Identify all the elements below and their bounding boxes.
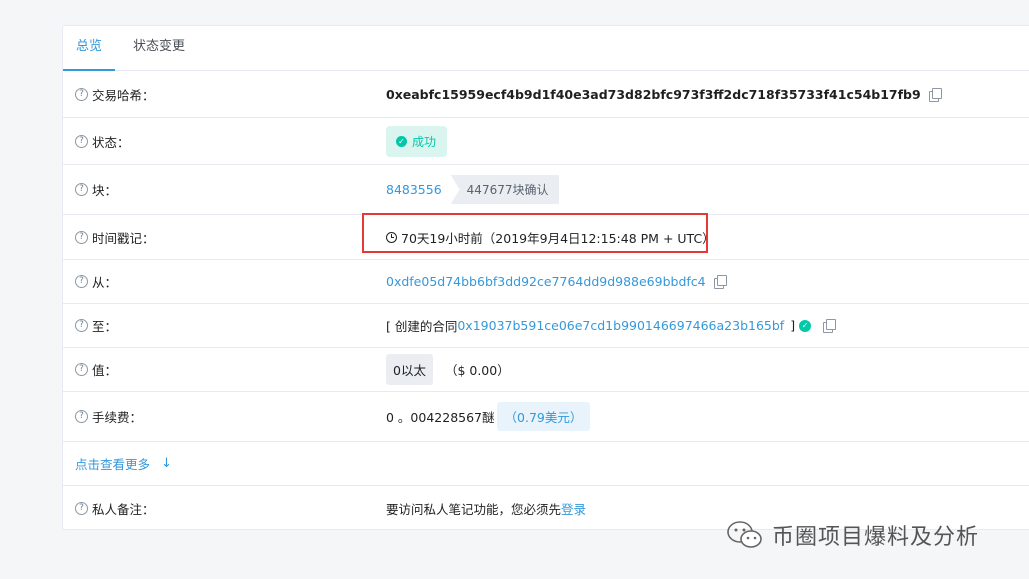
clock-icon: [386, 231, 397, 243]
row-value: ? 值： 0以太 （$ 0.00）: [63, 348, 1029, 392]
copy-icon[interactable]: [928, 87, 942, 102]
question-circle-icon: ?: [75, 134, 88, 148]
from-label: 从：: [92, 275, 118, 290]
contract-created-suffix: ]: [790, 318, 796, 333]
question-circle-icon: ?: [75, 319, 88, 332]
timestamp-value: 70天19小时前（2019年9月4日12:15:48 PM + UTC）: [401, 230, 715, 246]
usd-value: （$ 0.00）: [444, 363, 510, 378]
arrow-down-icon: ↓: [161, 456, 172, 471]
row-more: 点击查看更多 ↓: [63, 442, 1029, 486]
fee-label: 手续费：: [92, 410, 143, 425]
show-more-link[interactable]: 点击查看更多 ↓: [75, 454, 172, 473]
tab-overview[interactable]: 总览: [63, 26, 116, 71]
fee-value: 0 。004228567醚: [386, 410, 495, 425]
row-to: ? 至： [ 创建的合同 0x19037b591ce06e7cd1b990146…: [63, 304, 1029, 348]
private-note-text: 要访问私人笔记功能，您必须先: [386, 501, 562, 517]
question-circle-icon: ?: [75, 410, 88, 423]
private-note-label: 私人备注：: [92, 501, 155, 517]
row-from: ? 从： 0xdfe05d74bb6bf3dd92ce7764dd9d988e6…: [63, 260, 1029, 304]
transaction-card: 总览 状态变更 ? 交易哈希： 0xeabfc15959ecf4b9d1f40e…: [62, 25, 1029, 530]
login-link[interactable]: 登录: [561, 499, 586, 518]
row-timestamp: ? 时间戳记： 70天19小时前（2019年9月4日12:15:48 PM + …: [63, 215, 1029, 260]
status-label: 状态：: [92, 134, 130, 150]
copy-icon[interactable]: [713, 275, 727, 289]
row-status: ? 状态： ✓ 成功: [63, 118, 1029, 165]
tx-hash-label: 交易哈希：: [92, 87, 155, 103]
contract-created-prefix: [ 创建的合同: [386, 319, 458, 334]
from-address-link[interactable]: 0xdfe05d74bb6bf3dd92ce7764dd9d988e69bbdf…: [386, 274, 706, 289]
block-number-link[interactable]: 8483556: [386, 182, 442, 197]
fee-usd-badge: （0.79美元）: [496, 402, 591, 431]
question-circle-icon: ?: [75, 275, 88, 288]
tx-hash-value: 0xeabfc15959ecf4b9d1f40e3ad73d82bfc973f3…: [386, 86, 921, 102]
show-more-label: 点击查看更多: [75, 457, 151, 472]
row-fee: ? 手续费： 0 。004228567醚 （0.79美元）: [63, 392, 1029, 442]
status-value: 成功: [412, 134, 437, 149]
row-block: ? 块： 8483556 447677块确认: [63, 165, 1029, 215]
watermark: 币圈项目爆料及分析: [726, 519, 979, 551]
wechat-icon: [727, 521, 762, 548]
contract-address-link[interactable]: 0x19037b591ce06e7cd1b990146697466a23b165…: [457, 318, 784, 333]
confirmations-badge: 447677块确认: [450, 175, 560, 204]
eth-value-badge: 0以太: [386, 354, 433, 385]
question-circle-icon: ?: [75, 230, 88, 244]
to-label: 至：: [92, 319, 118, 334]
question-circle-icon: ?: [75, 183, 88, 196]
watermark-text: 币圈项目爆料及分析: [772, 525, 980, 550]
row-tx-hash: ? 交易哈希： 0xeabfc15959ecf4b9d1f40e3ad73d82…: [63, 71, 1029, 118]
copy-icon[interactable]: [823, 319, 837, 333]
tab-bar: 总览 状态变更: [63, 26, 1029, 71]
block-label: 块：: [92, 183, 118, 198]
timestamp-label: 时间戳记：: [92, 230, 155, 246]
value-label: 值：: [92, 363, 118, 378]
question-circle-icon: ?: [75, 501, 88, 515]
status-badge: ✓ 成功: [386, 125, 448, 157]
question-circle-icon: ?: [75, 87, 88, 101]
check-circle-icon: ✓: [396, 135, 407, 147]
tab-state-changes[interactable]: 状态变更: [133, 26, 185, 71]
verified-check-icon: ✓: [799, 319, 812, 332]
question-circle-icon: ?: [75, 363, 88, 376]
